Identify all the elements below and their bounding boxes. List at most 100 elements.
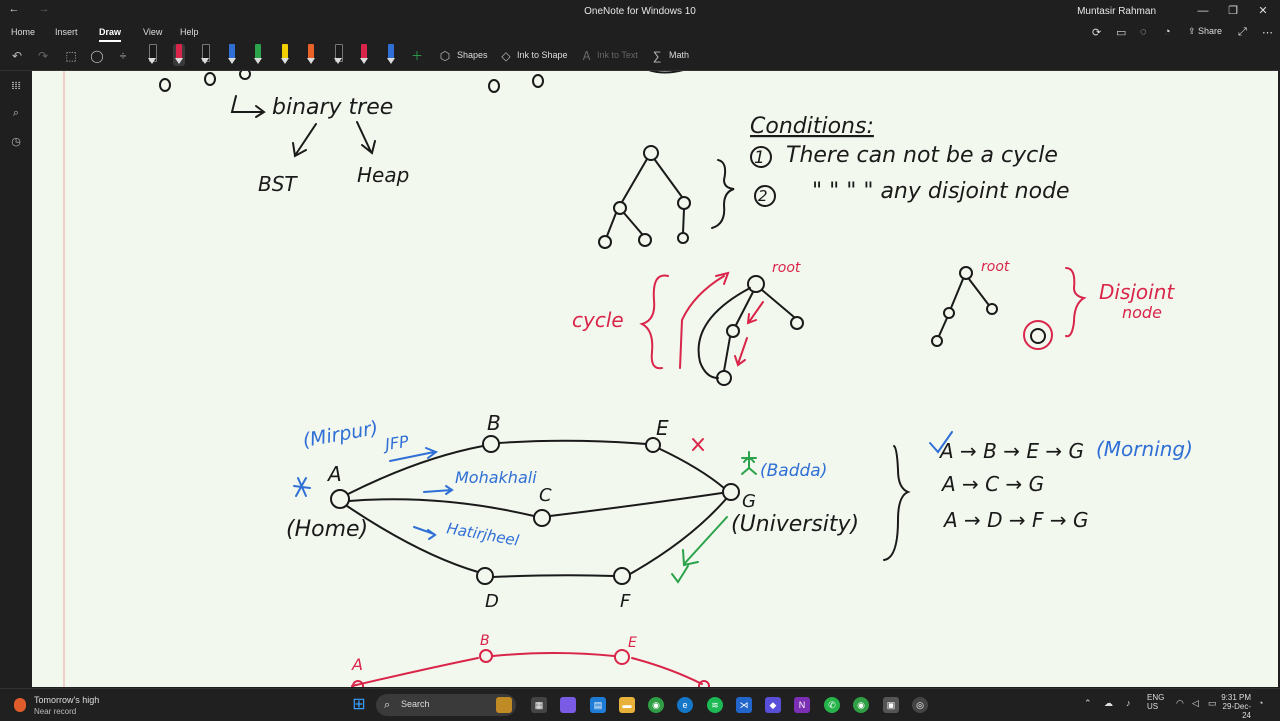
- blue-arrow: [413, 526, 437, 540]
- clock[interactable]: 9:31 PM 29-Dec-24: [1215, 693, 1251, 720]
- ink-to-shape-button[interactable]: Ink to Shape: [517, 50, 568, 60]
- windows-start-icon[interactable]: ⊞: [351, 697, 367, 713]
- undo-icon[interactable]: ↶: [8, 47, 26, 65]
- math-icon[interactable]: ∑: [648, 47, 666, 65]
- cross-mark: [692, 438, 704, 451]
- cloud-icon[interactable]: ☁: [1104, 698, 1113, 709]
- chrome-profile-icon[interactable]: ◉: [853, 697, 869, 713]
- conditions-title: Conditions:: [750, 114, 874, 139]
- vscode-icon[interactable]: ⋊: [736, 697, 752, 713]
- condition-2-number: 2: [758, 187, 768, 205]
- tree-node: [677, 232, 689, 244]
- pen-6-icon[interactable]: [279, 44, 291, 66]
- graph-node-g: [722, 483, 740, 501]
- add-space-icon[interactable]: ÷: [114, 47, 132, 65]
- green-arrow: [682, 516, 728, 567]
- search-placeholder: Search: [401, 699, 430, 709]
- person-figure: [741, 451, 757, 475]
- widget-icon[interactable]: [496, 697, 512, 713]
- language-indicator[interactable]: ENG US: [1147, 693, 1164, 711]
- disjoint-circle: [1023, 320, 1053, 350]
- restore-icon[interactable]: ❐: [1218, 2, 1248, 20]
- partial-node: [159, 78, 171, 92]
- path-3: A → D → F → G: [942, 508, 1089, 532]
- select-icon[interactable]: ⬚: [62, 47, 80, 65]
- pen-tip: [360, 58, 368, 64]
- red-node-g: [698, 680, 710, 687]
- heap-label: Heap: [357, 163, 409, 187]
- path-1-note: (Morning): [1096, 437, 1193, 461]
- path-2: A → C → G: [940, 472, 1044, 496]
- shapes-icon[interactable]: ⬡: [436, 47, 454, 65]
- redo-icon[interactable]: ↷: [34, 47, 52, 65]
- recent-icon[interactable]: ◷: [8, 135, 24, 151]
- whatsapp-icon[interactable]: ✆: [824, 697, 840, 713]
- search-icon: ⌕: [384, 699, 391, 711]
- speaker-icon[interactable]: ◁: [1192, 698, 1199, 709]
- lang-line-1: ENG: [1147, 693, 1165, 702]
- tree-node: [638, 233, 652, 247]
- capture-icon[interactable]: ▣: [883, 697, 899, 713]
- ink-drawing[interactable]: binary tree BST Heap Conditions: 1 There…: [32, 71, 1278, 687]
- math-button[interactable]: Math: [669, 50, 689, 60]
- app-icon[interactable]: ◆: [765, 697, 781, 713]
- graph-node-f: [613, 567, 631, 585]
- partial-node: [532, 74, 544, 88]
- node-label-d: D: [485, 591, 499, 612]
- cycle-arrow: [679, 271, 730, 369]
- tree-node: [959, 266, 973, 280]
- edge-icon[interactable]: e: [677, 697, 693, 713]
- bell-icon[interactable]: ◔: [1258, 698, 1263, 708]
- close-icon[interactable]: ✕: [1248, 2, 1278, 20]
- search-icon[interactable]: ⌕: [8, 107, 24, 123]
- note-canvas[interactable]: binary tree BST Heap Conditions: 1 There…: [32, 71, 1278, 687]
- pen-7-icon[interactable]: [305, 44, 317, 66]
- graph-edges: [346, 439, 727, 578]
- pen-9-icon[interactable]: [358, 44, 370, 66]
- tab-view[interactable]: View: [143, 27, 162, 37]
- chrome-icon[interactable]: ◉: [648, 697, 664, 713]
- chevron-up-icon[interactable]: ⌃: [1084, 698, 1092, 709]
- node-label-c: C: [539, 485, 552, 506]
- minimize-icon[interactable]: —: [1188, 2, 1218, 20]
- graph-node-b: [482, 435, 500, 453]
- copilot-icon[interactable]: [560, 697, 576, 713]
- pen-3-icon[interactable]: [199, 44, 211, 66]
- pen-2-icon[interactable]: [172, 44, 185, 66]
- graph-node-d: [476, 567, 494, 585]
- pen-1-icon[interactable]: [146, 44, 158, 66]
- microphone-icon[interactable]: ♪: [1126, 698, 1131, 708]
- pen-5-icon[interactable]: [252, 44, 264, 66]
- spotify-icon[interactable]: ≋: [707, 697, 723, 713]
- pen-tip: [307, 58, 315, 64]
- pen-4-icon[interactable]: [226, 44, 238, 66]
- shapes-button[interactable]: Shapes: [457, 50, 488, 60]
- ink-to-shape-icon[interactable]: ◇: [497, 47, 515, 65]
- task-view-icon[interactable]: ▦: [531, 697, 547, 713]
- path-1: A → B → E → G: [938, 439, 1084, 463]
- taskbar-search[interactable]: ⌕ Search: [376, 694, 516, 716]
- binary-tree-label: binary tree: [272, 95, 393, 120]
- tree-node: [943, 307, 955, 319]
- jfp-label: JFP: [381, 432, 410, 455]
- pen-10-icon[interactable]: [385, 44, 397, 66]
- github-icon[interactable]: ◎: [912, 697, 928, 713]
- add-pen-icon[interactable]: ＋: [408, 47, 426, 65]
- partial-node: [239, 71, 251, 80]
- clock-date: 29-Dec-24: [1222, 702, 1251, 720]
- pen-8-icon[interactable]: [332, 44, 344, 66]
- file-explorer-icon[interactable]: ▬: [619, 697, 635, 713]
- pen-tip: [174, 58, 183, 64]
- tab-home[interactable]: Home: [11, 27, 35, 37]
- tab-insert[interactable]: Insert: [55, 27, 78, 37]
- wifi-icon[interactable]: ◠: [1176, 698, 1184, 709]
- disjoint-brace: [1065, 267, 1087, 338]
- lasso-icon[interactable]: ◯: [88, 47, 106, 65]
- notebooks-icon[interactable]: 𝍖: [8, 79, 24, 95]
- user-name[interactable]: Muntasir Rahman: [1077, 6, 1156, 17]
- onenote-icon[interactable]: N: [794, 697, 810, 713]
- tab-draw[interactable]: Draw: [99, 27, 122, 42]
- tab-help[interactable]: Help: [180, 27, 199, 37]
- red-node-e: [614, 649, 630, 665]
- calculator-icon[interactable]: ▤: [590, 697, 606, 713]
